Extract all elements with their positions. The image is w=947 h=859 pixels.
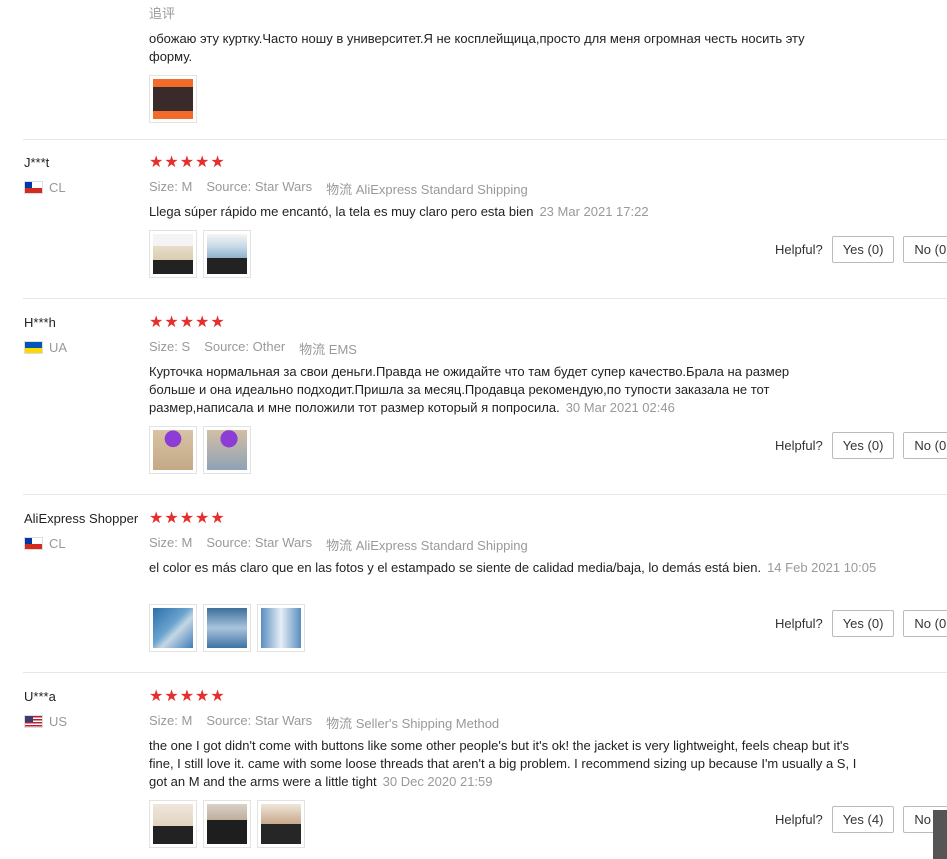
review-author: U***a <box>24 689 56 704</box>
review-photo[interactable] <box>149 230 197 278</box>
review-country: UA <box>24 340 67 355</box>
review-meta: Size: M Source: Star Wars 物流 AliExpress … <box>149 535 528 554</box>
review-divider <box>23 494 947 495</box>
shipping-value: Seller's Shipping Method <box>355 716 500 731</box>
shipping-label: 物流 <box>326 538 353 553</box>
helpful-no-button[interactable]: No (0 <box>903 236 947 263</box>
source-value: Other <box>252 339 286 354</box>
review-date: 23 Mar 2021 17:22 <box>539 204 649 219</box>
shipping-label: 物流 <box>326 182 353 197</box>
review-author: H***h <box>24 315 56 330</box>
review-country: CL <box>24 180 66 195</box>
review-author: AliExpress Shopper <box>24 511 139 526</box>
size-label: Size: <box>149 179 178 194</box>
shipping-label: 物流 <box>326 716 353 731</box>
review-meta: Size: M Source: Star Wars 物流 AliExpress … <box>149 179 528 198</box>
source-label: Source: <box>206 535 252 550</box>
review-photos <box>149 230 251 278</box>
size-label: Size: <box>149 713 178 728</box>
country-code: US <box>49 714 68 729</box>
helpful-controls: Helpful? Yes (0) No (0 <box>775 610 947 637</box>
review-photo[interactable] <box>257 800 305 848</box>
review-photo[interactable] <box>149 75 197 123</box>
scrollbar-thumb[interactable] <box>933 810 947 859</box>
review-body: el color es más claro que en las fotos y… <box>149 560 762 575</box>
shipping-value: AliExpress Standard Shipping <box>355 182 528 197</box>
helpful-yes-button[interactable]: Yes (0) <box>831 432 895 459</box>
review-photo[interactable] <box>203 604 251 652</box>
review-text: Курточка нормальная за свои деньги.Правд… <box>149 363 829 417</box>
review-photo[interactable] <box>203 230 251 278</box>
country-code: CL <box>49 180 66 195</box>
review-body: the one I got didn't come with buttons l… <box>149 738 857 789</box>
review-photos <box>149 75 197 123</box>
size-label: Size: <box>149 535 178 550</box>
shipping-value: EMS <box>328 342 357 357</box>
source-value: Star Wars <box>254 179 313 194</box>
review-divider <box>23 139 947 140</box>
review-photo[interactable] <box>203 426 251 474</box>
rating-stars: ★★★★★ <box>149 510 226 527</box>
review-text: el color es más claro que en las fotos y… <box>149 559 879 577</box>
review-photos <box>149 426 251 474</box>
helpful-label: Helpful? <box>775 616 823 631</box>
ukraine-flag-icon <box>24 341 43 354</box>
review-meta: Size: S Source: Other 物流 EMS <box>149 339 357 358</box>
review-photos <box>149 604 305 652</box>
rating-stars: ★★★★★ <box>149 314 226 331</box>
shipping-label: 物流 <box>299 342 326 357</box>
source-label: Source: <box>204 339 250 354</box>
review-date: 30 Mar 2021 02:46 <box>565 400 675 415</box>
rating-stars: ★★★★★ <box>149 688 226 705</box>
review-photo[interactable] <box>149 426 197 474</box>
rating-stars: ★★★★★ <box>149 154 226 171</box>
helpful-controls: Helpful? Yes (4) No (1 <box>775 806 947 833</box>
review-author: J***t <box>24 155 50 170</box>
review-country: US <box>24 714 67 729</box>
review-divider <box>23 298 947 299</box>
chile-flag-icon <box>24 181 43 194</box>
review-text: the one I got didn't come with buttons l… <box>149 737 875 791</box>
review-text: Llega súper rápido me encantó, la tela e… <box>149 203 869 221</box>
helpful-label: Helpful? <box>775 812 823 827</box>
review-meta: Size: M Source: Star Wars 物流 Seller's Sh… <box>149 713 499 732</box>
helpful-label: Helpful? <box>775 438 823 453</box>
helpful-controls: Helpful? Yes (0) No (0 <box>775 236 947 263</box>
size-label: Size: <box>149 339 178 354</box>
size-value: S <box>181 339 191 354</box>
size-value: M <box>181 535 193 550</box>
helpful-yes-button[interactable]: Yes (0) <box>831 236 895 263</box>
usa-flag-icon <box>24 715 43 728</box>
review-body: Курточка нормальная за свои деньги.Правд… <box>149 364 790 415</box>
review-divider <box>23 672 947 673</box>
review-date: 14 Feb 2021 10:05 <box>767 560 877 575</box>
review-photo[interactable] <box>149 604 197 652</box>
country-code: UA <box>49 340 68 355</box>
country-code: CL <box>49 536 66 551</box>
shipping-value: AliExpress Standard Shipping <box>355 538 528 553</box>
helpful-yes-button[interactable]: Yes (4) <box>831 806 895 833</box>
source-value: Star Wars <box>254 535 313 550</box>
review-country: CL <box>24 536 66 551</box>
size-value: M <box>181 179 193 194</box>
review-photos <box>149 800 305 848</box>
source-value: Star Wars <box>254 713 313 728</box>
helpful-no-button[interactable]: No (0 <box>903 432 947 459</box>
helpful-yes-button[interactable]: Yes (0) <box>831 610 895 637</box>
source-label: Source: <box>206 179 252 194</box>
review-date: 30 Dec 2020 21:59 <box>382 774 493 789</box>
review-photo[interactable] <box>149 800 197 848</box>
review-photo[interactable] <box>257 604 305 652</box>
review-text: обожаю эту куртку.Часто ношу в университ… <box>149 31 805 64</box>
review-photo[interactable] <box>203 800 251 848</box>
helpful-controls: Helpful? Yes (0) No (0 <box>775 432 947 459</box>
review-body: Llega súper rápido me encantó, la tela e… <box>149 204 534 219</box>
follow-up-label: 追评 <box>149 6 176 21</box>
helpful-label: Helpful? <box>775 242 823 257</box>
helpful-no-button[interactable]: No (0 <box>903 610 947 637</box>
source-label: Source: <box>206 713 252 728</box>
size-value: M <box>181 713 193 728</box>
chile-flag-icon <box>24 537 43 550</box>
